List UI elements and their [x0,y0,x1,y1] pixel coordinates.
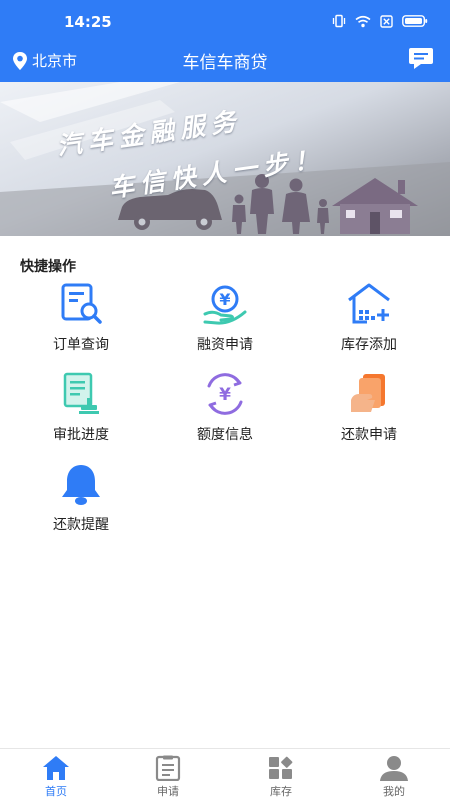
quick-action-label: 订单查询 [53,337,109,353]
svg-text:¥: ¥ [219,385,231,405]
quick-action-finance-apply[interactable]: ¥ 融资申请 [160,282,290,362]
credit-limit-icon: ¥ [207,373,243,415]
message-icon[interactable] [408,47,434,71]
approval-progress-icon [63,372,99,414]
clipboard-icon [155,755,181,781]
vibrate-icon [332,14,346,28]
svg-text:¥: ¥ [219,290,230,309]
no-sim-icon [380,14,393,28]
wifi-icon [355,15,371,27]
quick-action-repayment-reminder[interactable]: 还款提醒 [16,462,146,542]
tab-profile[interactable]: 我的 [338,755,450,799]
finance-apply-icon: ¥ [203,285,247,325]
nav-bar: 北京市 车信车商贷 [0,40,450,82]
page-title: 车信车商贷 [182,53,268,73]
profile-icon [380,756,408,781]
quick-action-inventory-add[interactable]: 库存添加 [304,282,434,362]
promo-banner[interactable]: 汽车金融服务 车信快人一步！ [0,82,450,236]
home-icon [43,756,69,780]
quick-action-label: 审批进度 [53,427,109,443]
inventory-icon [269,756,293,779]
quick-action-label: 额度信息 [197,427,253,443]
repayment-reminder-icon [62,465,100,505]
quick-action-label: 库存添加 [341,337,397,353]
quick-action-label: 还款提醒 [53,517,109,533]
quick-action-label: 融资申请 [197,337,253,353]
quick-actions-title: 快捷操作 [20,259,76,275]
status-bar: 14:25 [0,0,450,40]
status-icons [332,14,428,28]
inventory-add-icon [348,283,390,324]
quick-action-credit-limit[interactable]: ¥ 额度信息 [160,372,290,452]
battery-icon [402,15,428,27]
quick-action-label: 还款申请 [341,427,397,443]
tab-home[interactable]: 首页 [0,755,112,799]
tab-inventory[interactable]: 库存 [225,755,337,799]
status-time: 14:25 [64,13,112,31]
tab-label: 申请 [157,785,179,798]
bottom-tab-bar: 首页 申请 库存 我的 [0,748,450,800]
repayment-apply-icon [351,374,385,412]
quick-action-repayment-apply[interactable]: 还款申请 [304,372,434,452]
quick-action-approval-progress[interactable]: 审批进度 [16,372,146,452]
tab-apply[interactable]: 申请 [112,755,224,799]
tab-label: 库存 [270,785,292,798]
app-header: 14:25 北京市 车信车商贷 [0,0,450,82]
tab-label: 我的 [383,785,405,798]
quick-action-order-search[interactable]: 订单查询 [16,282,146,362]
tab-label: 首页 [45,785,67,798]
order-search-icon [61,283,102,324]
